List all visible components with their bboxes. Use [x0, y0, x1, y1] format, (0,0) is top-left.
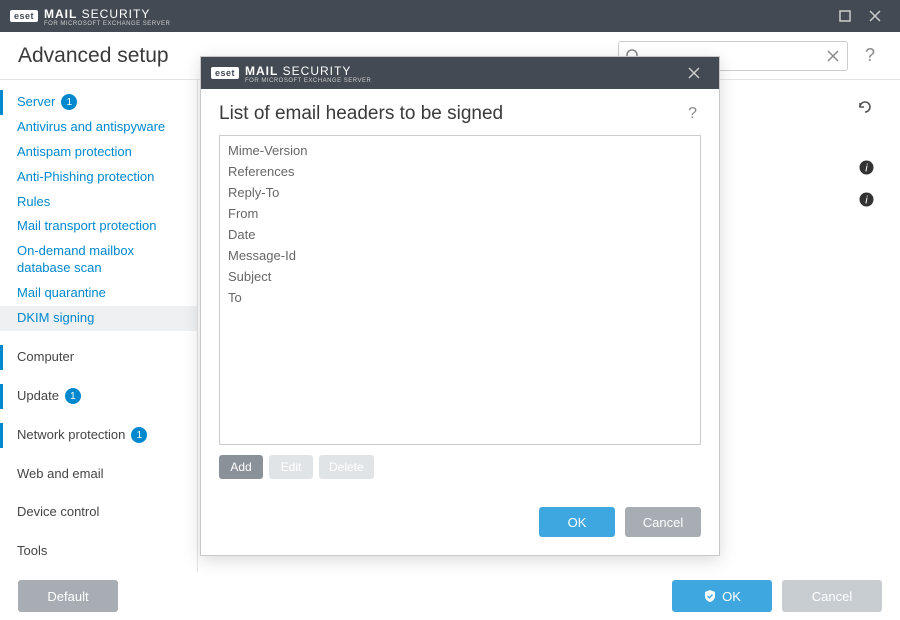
sidebar-item[interactable]: Server 1: [0, 90, 197, 115]
sidebar-item[interactable]: Antispam protection: [0, 140, 197, 165]
modal-cancel-button[interactable]: Cancel: [625, 507, 701, 537]
sidebar-item-label: Mail transport protection: [17, 218, 156, 235]
sidebar-item-label: Rules: [17, 194, 50, 211]
shield-icon: [703, 589, 717, 603]
undo-icon[interactable]: [856, 98, 874, 121]
sidebar-item[interactable]: Tools: [0, 539, 197, 564]
sidebar-item-label: Anti-Phishing protection: [17, 169, 154, 186]
sidebar-item[interactable]: On-demand mailbox database scan: [0, 239, 197, 281]
default-button[interactable]: Default: [18, 580, 118, 612]
add-button[interactable]: Add: [219, 455, 263, 479]
edit-button: Edit: [269, 455, 313, 479]
ok-button-label: OK: [722, 589, 741, 604]
sidebar-item[interactable]: Rules: [0, 190, 197, 215]
sidebar-item-label: Update: [17, 388, 59, 405]
ok-button[interactable]: OK: [672, 580, 772, 612]
sidebar-item[interactable]: Web and email: [0, 462, 197, 487]
info-icon[interactable]: i: [859, 160, 874, 179]
modal-body: Mime-VersionReferencesReply-ToFromDateMe…: [201, 135, 719, 493]
sidebar-badge: 1: [65, 388, 81, 404]
brand-text: MAIL SECURITY FOR MICROSOFT EXCHANGE SER…: [44, 5, 170, 27]
list-item[interactable]: References: [226, 161, 694, 182]
footer: Default OK Cancel: [0, 572, 900, 620]
sidebar-item[interactable]: Computer: [0, 345, 197, 370]
list-item[interactable]: To: [226, 287, 694, 308]
sidebar-item-label: Tools: [17, 543, 47, 560]
sidebar-item[interactable]: Anti-Phishing protection: [0, 165, 197, 190]
brand-text: MAIL SECURITY FOR MICROSOFT EXCHANGE SER…: [245, 62, 371, 84]
modal-footer: OK Cancel: [201, 493, 719, 555]
help-button[interactable]: ?: [858, 45, 882, 66]
sidebar-item[interactable]: Device control: [0, 500, 197, 525]
sidebar-item-label: Network protection: [17, 427, 125, 444]
window-close-button[interactable]: [860, 0, 890, 32]
delete-button: Delete: [319, 455, 374, 479]
sidebar-item-label: Antispam protection: [17, 144, 132, 161]
sidebar-item[interactable]: Antivirus and antispyware: [0, 115, 197, 140]
sidebar-item-label: Device control: [17, 504, 99, 521]
modal-title-row: List of email headers to be signed ?: [201, 89, 719, 135]
sidebar-item-label: Web and email: [17, 466, 103, 483]
brand-badge: eset: [211, 67, 239, 79]
sidebar-item-label: Computer: [17, 349, 74, 366]
app-logo: eset MAIL SECURITY FOR MICROSOFT EXCHANG…: [10, 5, 170, 27]
sidebar-item-label: Mail quarantine: [17, 285, 106, 302]
modal-help-button[interactable]: ?: [684, 105, 701, 123]
sidebar-item-label: Antivirus and antispyware: [17, 119, 165, 136]
list-item[interactable]: Date: [226, 224, 694, 245]
info-icon[interactable]: i: [859, 192, 874, 211]
sidebar-item-label: On-demand mailbox database scan: [17, 243, 187, 277]
list-item[interactable]: Reply-To: [226, 182, 694, 203]
sidebar-badge: 1: [61, 94, 77, 110]
sidebar-item[interactable]: Update 1: [0, 384, 197, 409]
modal-list-actions: Add Edit Delete: [219, 455, 701, 479]
brand-badge: eset: [10, 10, 38, 22]
window-maximize-button[interactable]: [830, 0, 860, 32]
modal-ok-button[interactable]: OK: [539, 507, 615, 537]
list-item[interactable]: From: [226, 203, 694, 224]
list-item[interactable]: Mime-Version: [226, 140, 694, 161]
sidebar-badge: 1: [131, 427, 147, 443]
list-item[interactable]: Subject: [226, 266, 694, 287]
clear-search-icon[interactable]: [825, 48, 841, 64]
modal-close-button[interactable]: [679, 57, 709, 89]
modal-titlebar: eset MAIL SECURITY FOR MICROSOFT EXCHANG…: [201, 57, 719, 89]
modal-logo: eset MAIL SECURITY FOR MICROSOFT EXCHANG…: [211, 62, 371, 84]
titlebar: eset MAIL SECURITY FOR MICROSOFT EXCHANG…: [0, 0, 900, 32]
sidebar-item[interactable]: Network protection 1: [0, 423, 197, 448]
sidebar-item[interactable]: DKIM signing: [0, 306, 197, 331]
sidebar-item[interactable]: Mail quarantine: [0, 281, 197, 306]
brand-main: MAIL SECURITY: [44, 7, 150, 21]
sidebar-item-label: DKIM signing: [17, 310, 94, 327]
modal-dialog: eset MAIL SECURITY FOR MICROSOFT EXCHANG…: [200, 56, 720, 556]
cancel-button[interactable]: Cancel: [782, 580, 882, 612]
modal-title: List of email headers to be signed: [219, 103, 684, 125]
brand-sub: FOR MICROSOFT EXCHANGE SERVER: [44, 21, 170, 27]
sidebar: Server 1 Antivirus and antispyware Antispam…: [0, 80, 198, 572]
sidebar-item-label: Server: [17, 94, 55, 111]
list-item[interactable]: Message-Id: [226, 245, 694, 266]
sidebar-item[interactable]: Mail transport protection: [0, 214, 197, 239]
headers-listbox[interactable]: Mime-VersionReferencesReply-ToFromDateMe…: [219, 135, 701, 445]
